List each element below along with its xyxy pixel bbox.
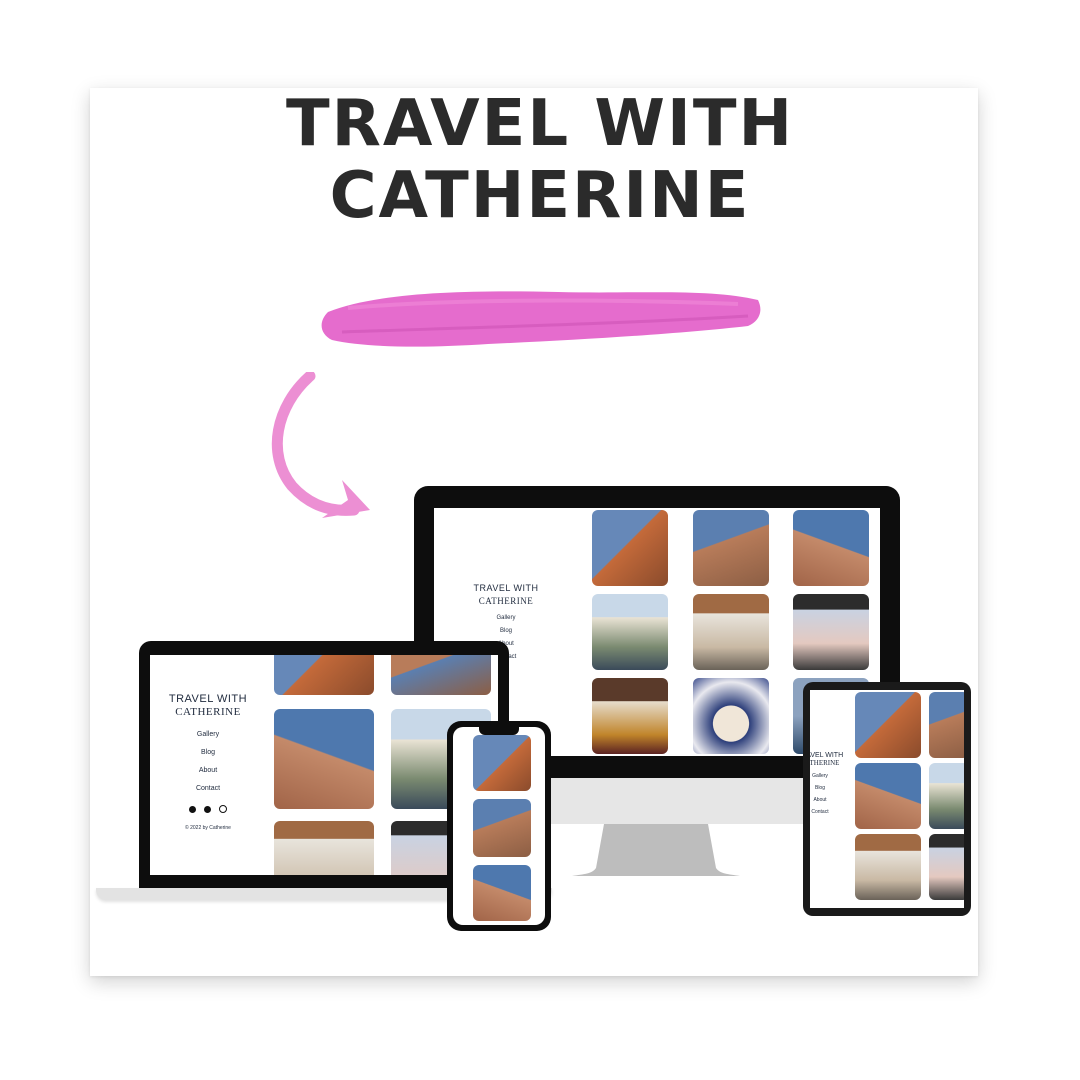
photo-tile[interactable] bbox=[855, 834, 921, 900]
desktop-site-title-2: CATHERINE bbox=[478, 596, 534, 606]
photo-tile[interactable] bbox=[693, 678, 769, 754]
laptop-site-nav: TRAVEL WITH CATHERINE Gallery Blog About… bbox=[158, 693, 258, 831]
phone-screen bbox=[453, 727, 545, 925]
tablet-site-nav: TRAVEL WITH CATHERINE Gallery Blog About… bbox=[810, 752, 850, 815]
photo-tile[interactable] bbox=[592, 594, 668, 670]
tablet-nav-contact[interactable]: Contact bbox=[810, 809, 850, 815]
photo-tile[interactable] bbox=[274, 655, 374, 695]
desktop-site-title-1: TRAVEL WITH bbox=[473, 583, 539, 593]
photo-tile[interactable] bbox=[473, 865, 531, 921]
tablet-site-title-1: TRAVEL WITH bbox=[810, 752, 844, 759]
laptop-screen: TRAVEL WITH CATHERINE Gallery Blog About… bbox=[150, 655, 498, 875]
photo-tile[interactable] bbox=[473, 799, 531, 857]
tablet-nav-about[interactable]: About bbox=[810, 797, 850, 803]
desktop-nav-blog[interactable]: Blog bbox=[456, 628, 556, 634]
laptop-footer: © 2022 by Catherine bbox=[185, 825, 231, 831]
github-icon[interactable] bbox=[188, 806, 196, 813]
medium-icon[interactable] bbox=[204, 806, 211, 813]
tablet-site-title-2: CATHERINE bbox=[810, 759, 840, 767]
phone bbox=[447, 721, 551, 931]
monitor-stand bbox=[572, 824, 740, 876]
photo-tile[interactable] bbox=[274, 709, 374, 809]
photo-tile[interactable] bbox=[929, 692, 964, 758]
photo-tile[interactable] bbox=[693, 510, 769, 586]
laptop-site-title-2: CATHERINE bbox=[175, 706, 241, 718]
photo-tile[interactable] bbox=[793, 594, 869, 670]
phone-notch bbox=[479, 727, 519, 735]
photo-tile[interactable] bbox=[473, 735, 531, 791]
headline: TRAVEL WITH CATHERINE bbox=[0, 88, 1080, 232]
photo-tile[interactable] bbox=[855, 763, 921, 829]
laptop-nav-about[interactable]: About bbox=[158, 767, 258, 774]
desktop-nav-gallery[interactable]: Gallery bbox=[456, 615, 556, 621]
tablet-nav-gallery[interactable]: Gallery bbox=[810, 773, 850, 779]
laptop-nav-blog[interactable]: Blog bbox=[158, 749, 258, 756]
photo-tile[interactable] bbox=[855, 692, 921, 758]
laptop-nav-gallery[interactable]: Gallery bbox=[158, 731, 258, 738]
tablet: TRAVEL WITH CATHERINE Gallery Blog About… bbox=[803, 682, 971, 916]
headline-line-1: TRAVEL WITH bbox=[285, 87, 795, 161]
photo-tile[interactable] bbox=[793, 510, 869, 586]
photo-tile[interactable] bbox=[592, 510, 668, 586]
curved-arrow-icon bbox=[271, 372, 370, 518]
photo-tile[interactable] bbox=[929, 763, 964, 829]
photo-tile[interactable] bbox=[929, 834, 964, 900]
tablet-nav-blog[interactable]: Blog bbox=[810, 785, 850, 791]
brush-stroke bbox=[321, 291, 761, 347]
laptop-site-title-1: TRAVEL WITH bbox=[168, 693, 248, 705]
globe-icon[interactable] bbox=[219, 804, 228, 813]
tablet-screen: TRAVEL WITH CATHERINE Gallery Blog About… bbox=[810, 690, 964, 908]
photo-tile[interactable] bbox=[693, 594, 769, 670]
photo-tile[interactable] bbox=[274, 821, 374, 875]
headline-line-2: CATHERINE bbox=[329, 159, 751, 233]
laptop-nav-contact[interactable]: Contact bbox=[158, 785, 258, 792]
photo-tile[interactable] bbox=[391, 655, 491, 695]
photo-tile[interactable] bbox=[592, 678, 668, 754]
laptop-social-icons bbox=[158, 800, 258, 818]
